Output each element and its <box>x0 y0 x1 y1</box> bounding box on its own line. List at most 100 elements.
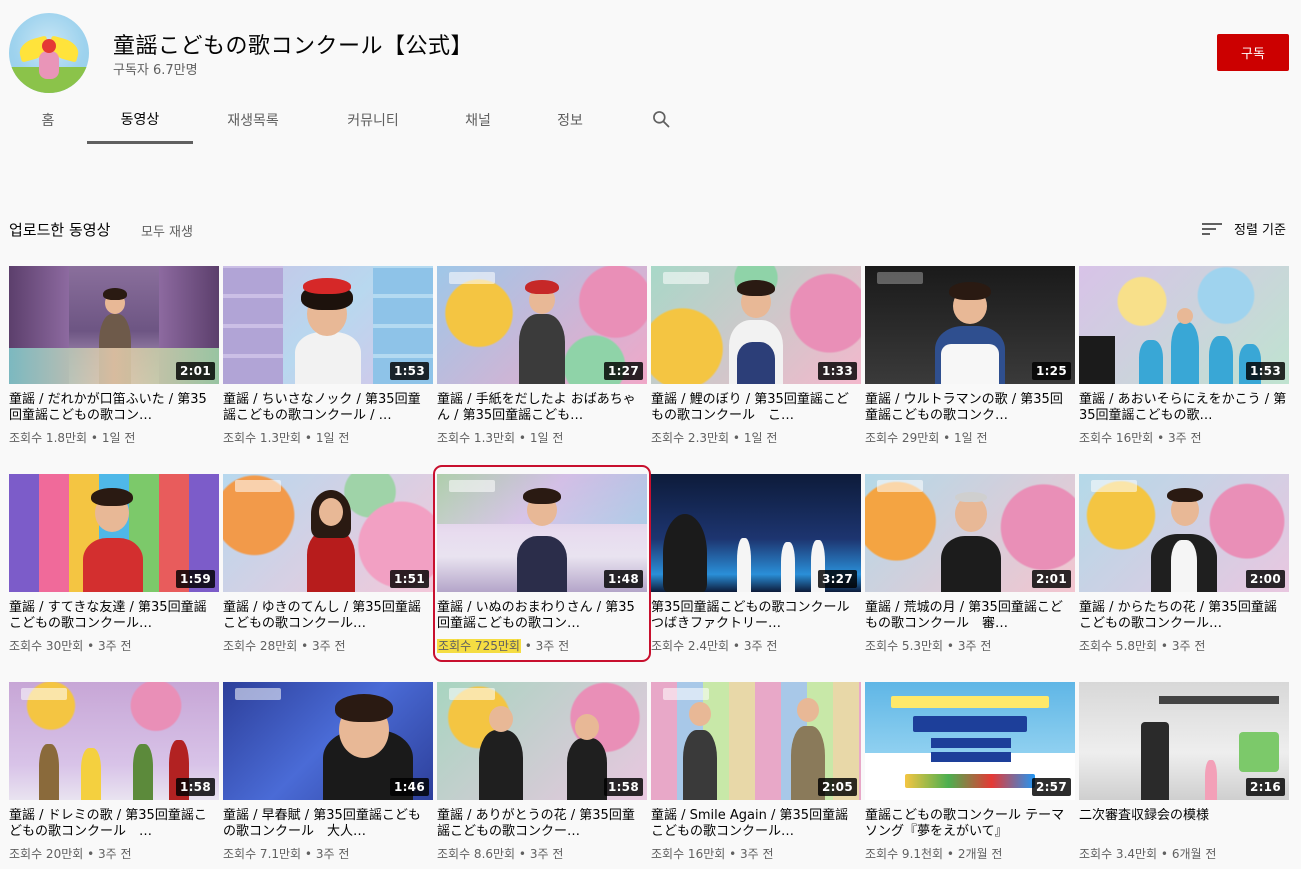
view-count: 조회수 1.3만회 <box>437 431 516 445</box>
view-count: 조회수 28만회 <box>223 639 298 653</box>
video-duration: 1:58 <box>175 778 215 796</box>
video-meta: 조회수 2.4만회 • 3주 전 <box>651 639 778 653</box>
video-thumbnail[interactable]: 2:16 <box>1079 682 1289 800</box>
video-title[interactable]: 童謡 / ゆきのてんし / 第35回童謡こどもの歌コンクール… <box>223 600 433 632</box>
video-thumbnail[interactable]: 1:58 <box>437 682 647 800</box>
video-meta: 조회수 8.6만회 • 3주 전 <box>437 847 564 861</box>
video-meta: 조회수 30만회 • 3주 전 <box>9 639 132 653</box>
video-thumbnail[interactable]: 2:05 <box>651 682 861 800</box>
video-meta: 조회수 5.8만회 • 3주 전 <box>1079 639 1206 653</box>
video-title[interactable]: 童謡 / ちいさなノック / 第35回童謡こどもの歌コンクール / … <box>223 392 433 424</box>
video-title[interactable]: 第35回童謡こどもの歌コンクール つばきファクトリー… <box>651 600 861 632</box>
video-meta: 조회수 5.3만회 • 3주 전 <box>865 639 992 653</box>
video-meta: 조회수 1.8만회 • 1일 전 <box>9 431 136 445</box>
video-card[interactable]: 1:33 童謡 / 鯉のぼり / 第35回童謡こどもの歌コンクール こ… 조회수… <box>651 266 861 446</box>
video-thumbnail[interactable]: 1:46 <box>223 682 433 800</box>
video-title[interactable]: 童謡 / あおいそらにえをかこう / 第35回童謡こどもの歌… <box>1079 392 1289 424</box>
search-icon[interactable] <box>651 109 671 129</box>
video-card[interactable]: 2:57 童謡こどもの歌コンクール テーマソング『夢をえがいて』 조회수 9.1… <box>865 682 1075 862</box>
tab-home[interactable]: 홈 <box>0 96 96 144</box>
video-card[interactable]: 1:58 童謡 / ドレミの歌 / 第35回童謡こどもの歌コンクール … 조회수… <box>9 682 219 862</box>
video-card[interactable]: 1:58 童謡 / ありがとうの花 / 第35回童謡こどもの歌コンクー… 조회수… <box>437 682 647 862</box>
video-card[interactable]: 1:53 童謡 / あおいそらにえをかこう / 第35回童謡こどもの歌… 조회수… <box>1079 266 1289 446</box>
video-duration: 1:58 <box>603 778 643 796</box>
video-card[interactable]: 2:01 童謡 / 荒城の月 / 第35回童謡こどもの歌コンクール 審… 조회수… <box>865 474 1075 654</box>
video-duration: 2:01 <box>175 362 215 380</box>
video-card[interactable]: 2:00 童謡 / からたちの花 / 第35回童謡こどもの歌コンクール… 조회수… <box>1079 474 1289 654</box>
video-thumbnail[interactable]: 1:59 <box>9 474 219 592</box>
view-count: 조회수 5.8만회 <box>1079 639 1158 653</box>
video-thumbnail[interactable]: 1:48 <box>437 474 647 592</box>
subscriber-count: 구독자 6.7만명 <box>113 63 198 78</box>
video-title[interactable]: 童謡 / いぬのおまわりさん / 第35回童謡こどもの歌コン… <box>437 600 647 632</box>
section-title: 업로드한 동영상 <box>9 221 111 239</box>
video-duration: 1:59 <box>175 570 215 588</box>
video-card[interactable]: 2:16 二次審査収録会の模様 조회수 3.4만회 • 6개월 전 <box>1079 682 1289 862</box>
video-duration: 2:00 <box>1245 570 1285 588</box>
play-all-button[interactable]: 모두 재생 <box>141 221 193 240</box>
video-meta: 조회수 28만회 • 3주 전 <box>223 639 346 653</box>
video-title[interactable]: 童謡 / ドレミの歌 / 第35回童謡こどもの歌コンクール … <box>9 808 219 840</box>
video-thumbnail[interactable]: 1:53 <box>1079 266 1289 384</box>
video-title[interactable]: 童謡 / からたちの花 / 第35回童謡こどもの歌コンクール… <box>1079 600 1289 632</box>
video-duration: 1:53 <box>1245 362 1285 380</box>
video-thumbnail[interactable]: 2:01 <box>9 266 219 384</box>
video-card[interactable]: 1:51 童謡 / ゆきのてんし / 第35回童謡こどもの歌コンクール… 조회수… <box>223 474 433 654</box>
video-meta: 조회수 9.1천회 • 2개월 전 <box>865 847 1003 861</box>
video-title[interactable]: 童謡 / ありがとうの花 / 第35回童謡こどもの歌コンクー… <box>437 808 647 840</box>
video-card[interactable]: 3:27 第35回童謡こどもの歌コンクール つばきファクトリー… 조회수 2.4… <box>651 474 861 654</box>
sort-icon <box>1202 222 1222 235</box>
video-thumbnail[interactable]: 1:58 <box>9 682 219 800</box>
video-thumbnail[interactable]: 1:25 <box>865 266 1075 384</box>
channel-title: 童謡こどもの歌コンクール【公式】 <box>113 34 474 59</box>
video-duration: 3:27 <box>817 570 857 588</box>
video-card[interactable]: 1:48 童謡 / いぬのおまわりさん / 第35回童謡こどもの歌コン… 조회수… <box>437 474 647 654</box>
upload-age: 3주 전 <box>98 639 132 653</box>
video-duration: 1:27 <box>603 362 643 380</box>
tab-videos[interactable]: 동영상 <box>87 96 193 144</box>
video-title[interactable]: 童謡 / 早春賦 / 第35回童謡こどもの歌コンクール 大人… <box>223 808 433 840</box>
video-thumbnail[interactable]: 3:27 <box>651 474 861 592</box>
video-card[interactable]: 1:59 童謡 / すてきな友達 / 第35回童謡こどもの歌コンクール… 조회수… <box>9 474 219 654</box>
tab-playlists[interactable]: 재생목록 <box>200 96 306 144</box>
view-count: 조회수 7.1만회 <box>223 847 302 861</box>
upload-age: 6개월 전 <box>1171 847 1217 861</box>
video-card[interactable]: 2:01 童謡 / だれかが口笛ふいた / 第35回童謡こどもの歌コン… 조회수… <box>9 266 219 446</box>
video-card[interactable]: 1:25 童謡 / ウルトラマンの歌 / 第35回童謡こどもの歌コンク… 조회수… <box>865 266 1075 446</box>
upload-age: 3주 전 <box>529 847 564 861</box>
video-thumbnail[interactable]: 2:57 <box>865 682 1075 800</box>
video-card[interactable]: 1:27 童謡 / 手紙をだしたよ おばあちゃん / 第35回童謡こども… 조회… <box>437 266 647 446</box>
video-thumbnail[interactable]: 2:01 <box>865 474 1075 592</box>
video-title[interactable]: 童謡 / だれかが口笛ふいた / 第35回童謡こどもの歌コン… <box>9 392 219 424</box>
video-thumbnail[interactable]: 2:00 <box>1079 474 1289 592</box>
video-card[interactable]: 2:05 童謡 / Smile Again / 第35回童謡こどもの歌コンクール… <box>651 682 861 862</box>
sort-label: 정렬 기준 <box>1234 223 1286 238</box>
view-count: 조회수 725만회 <box>437 639 521 653</box>
video-title[interactable]: 童謡 / Smile Again / 第35回童謡こどもの歌コンクール… <box>651 808 861 840</box>
video-meta: 조회수 1.3만회 • 1일 전 <box>437 431 564 445</box>
video-card[interactable]: 1:53 童謡 / ちいさなノック / 第35回童謡こどもの歌コンクール / …… <box>223 266 433 446</box>
video-duration: 2:57 <box>1031 778 1071 796</box>
sort-button[interactable]: 정렬 기준 <box>1202 219 1286 238</box>
video-duration: 1:46 <box>389 778 429 796</box>
tab-community[interactable]: 커뮤니티 <box>320 96 426 144</box>
video-title[interactable]: 童謡 / すてきな友達 / 第35回童謡こどもの歌コンクール… <box>9 600 219 632</box>
video-thumbnail[interactable]: 1:53 <box>223 266 433 384</box>
video-title[interactable]: 童謡 / 荒城の月 / 第35回童謡こどもの歌コンクール 審… <box>865 600 1075 632</box>
video-title[interactable]: 二次審査収録会の模様 <box>1079 808 1289 840</box>
tab-about[interactable]: 정보 <box>530 96 610 144</box>
subscribe-button[interactable]: 구독 <box>1217 34 1289 71</box>
video-card[interactable]: 1:46 童謡 / 早春賦 / 第35回童謡こどもの歌コンクール 大人… 조회수… <box>223 682 433 862</box>
video-thumbnail[interactable]: 1:33 <box>651 266 861 384</box>
upload-age: 1일 전 <box>954 431 988 445</box>
video-duration: 2:01 <box>1031 570 1071 588</box>
upload-age: 1일 전 <box>529 431 564 445</box>
video-thumbnail[interactable]: 1:27 <box>437 266 647 384</box>
video-title[interactable]: 童謡 / ウルトラマンの歌 / 第35回童謡こどもの歌コンク… <box>865 392 1075 424</box>
video-title[interactable]: 童謡 / 鯉のぼり / 第35回童謡こどもの歌コンクール こ… <box>651 392 861 424</box>
video-thumbnail[interactable]: 1:51 <box>223 474 433 592</box>
channel-avatar[interactable] <box>9 13 89 93</box>
tab-channels[interactable]: 채널 <box>430 96 526 144</box>
video-title[interactable]: 童謡こどもの歌コンクール テーマソング『夢をえがいて』 <box>865 808 1075 840</box>
video-title[interactable]: 童謡 / 手紙をだしたよ おばあちゃん / 第35回童謡こども… <box>437 392 647 424</box>
